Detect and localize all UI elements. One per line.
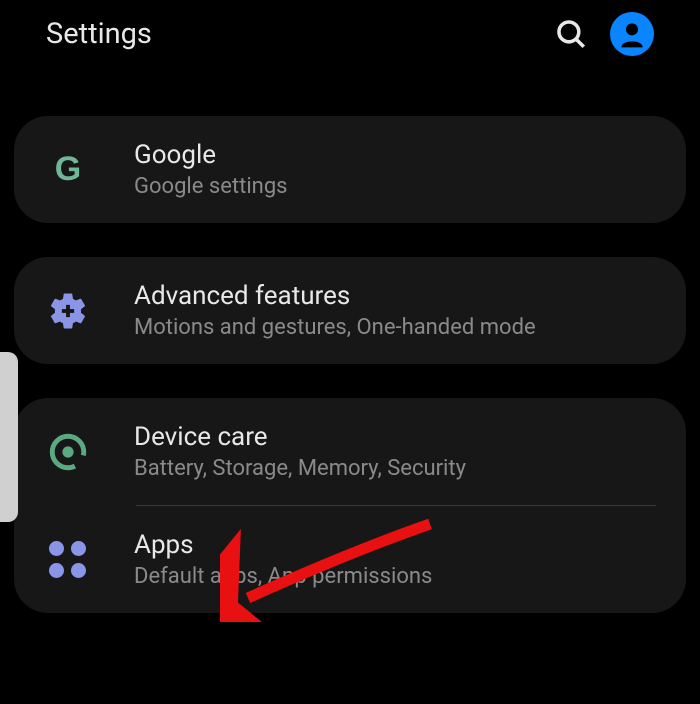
item-title: Google: [134, 140, 656, 170]
item-title: Advanced features: [134, 281, 656, 311]
device-care-icon: [44, 428, 92, 476]
settings-item-advanced-features[interactable]: Advanced features Motions and gestures, …: [14, 257, 686, 364]
search-icon[interactable]: [554, 17, 588, 51]
item-title: Device care: [134, 422, 656, 452]
item-subtitle: Battery, Storage, Memory, Security: [134, 456, 656, 481]
settings-card: Advanced features Motions and gestures, …: [14, 257, 686, 364]
item-text: Advanced features Motions and gestures, …: [134, 281, 656, 340]
item-text: Google Google settings: [134, 140, 656, 199]
header-actions: [554, 12, 654, 56]
item-subtitle: Google settings: [134, 174, 656, 199]
settings-item-google[interactable]: G Google Google settings: [14, 116, 686, 223]
settings-card: Device care Battery, Storage, Memory, Se…: [14, 398, 686, 613]
item-text: Device care Battery, Storage, Memory, Se…: [134, 422, 656, 481]
gear-plus-icon: [44, 287, 92, 335]
settings-item-apps[interactable]: Apps Default apps, App permissions: [14, 506, 686, 613]
settings-card: G Google Google settings: [14, 116, 686, 223]
apps-icon: [44, 536, 92, 584]
item-subtitle: Default apps, App permissions: [134, 564, 656, 589]
item-subtitle: Motions and gestures, One-handed mode: [134, 315, 656, 340]
page-title: Settings: [46, 17, 152, 51]
header: Settings: [0, 0, 700, 68]
settings-list: G Google Google settings Advanced featur…: [0, 68, 700, 613]
profile-icon[interactable]: [610, 12, 654, 56]
item-text: Apps Default apps, App permissions: [134, 530, 656, 589]
scroll-indicator[interactable]: [0, 352, 18, 522]
settings-item-device-care[interactable]: Device care Battery, Storage, Memory, Se…: [14, 398, 686, 505]
item-title: Apps: [134, 530, 656, 560]
google-icon: G: [44, 146, 92, 194]
